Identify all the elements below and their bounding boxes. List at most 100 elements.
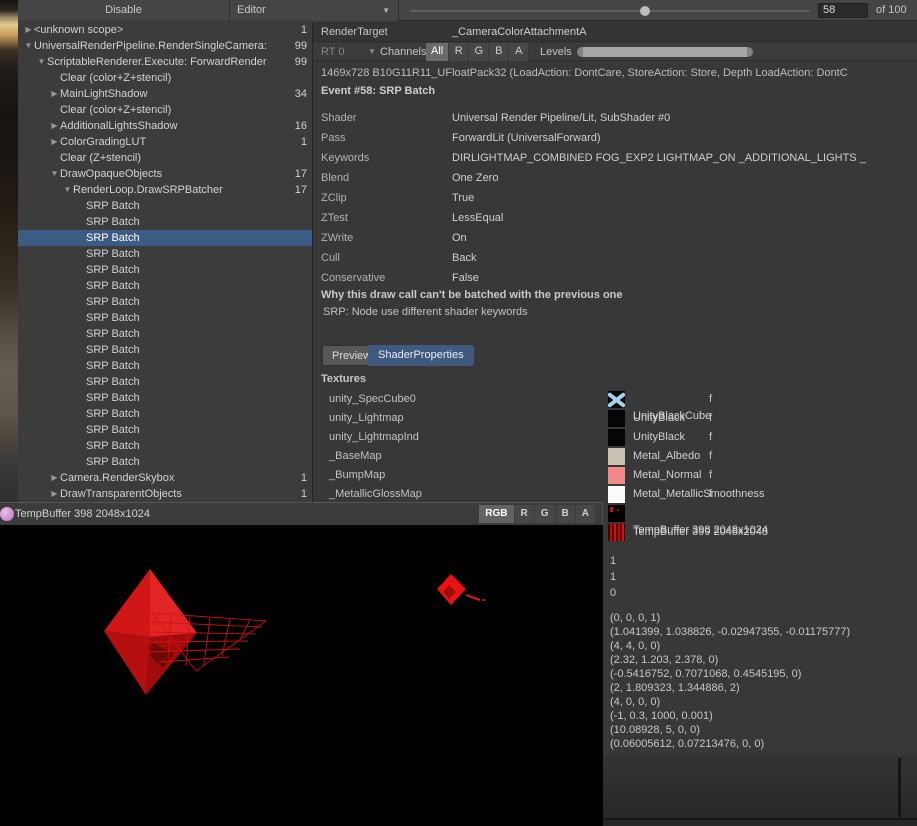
tree-row[interactable]: SRP Batch	[18, 358, 312, 374]
tree-row[interactable]: SRP Batch	[18, 406, 312, 422]
tree-row[interactable]: ▶ColorGradingLUT1	[18, 134, 312, 150]
buffer-format-info: 1469x728 B10G11R11_UFloatPack32 (LoadAct…	[321, 67, 917, 79]
detail-row-keywords: KeywordsDIRLIGHTMAP_COMBINED FOG_EXP2 LI…	[313, 148, 917, 168]
shadowmap-preview-image	[0, 525, 603, 826]
detail-row-blend: BlendOne Zero	[313, 168, 917, 188]
preview-title: TempBuffer 398 2048x1024	[15, 503, 150, 525]
chevron-right-icon[interactable]: ▶	[49, 470, 60, 486]
tree-row-label: DrawTransparentObjects	[60, 488, 182, 500]
tree-row[interactable]: ▼DrawOpaqueObjects17	[18, 166, 312, 182]
disable-button[interactable]: Disable	[18, 0, 230, 21]
tree-row[interactable]: SRP Batch	[18, 390, 312, 406]
tree-row[interactable]: ▼ScriptableRenderer.Execute: ForwardRend…	[18, 54, 312, 70]
vector-value: (1.041399, 1.038826, -0.02947355, -0.011…	[610, 625, 850, 639]
tree-row[interactable]: Clear (color+Z+stencil)	[18, 70, 312, 86]
vector-value: (4, 0, 0, 0)	[610, 695, 850, 709]
channel-button-all[interactable]: All	[426, 43, 449, 61]
tree-row[interactable]: Clear (Z+stencil)	[18, 150, 312, 166]
chevron-down-icon[interactable]: ▼	[62, 182, 73, 198]
channels-row: RT 0 ▼ Channels AllRGBA Levels	[313, 43, 917, 61]
tree-row-label: SRP Batch	[86, 264, 140, 276]
tree-row-label: SRP Batch	[86, 312, 140, 324]
chevron-down-icon[interactable]: ▼	[49, 166, 60, 182]
tree-row[interactable]: SRP Batch	[18, 374, 312, 390]
texture-row[interactable]: _BaseMapfMetal_Albedo	[313, 447, 917, 466]
tree-row-label: SRP Batch	[86, 360, 140, 372]
preview-canvas[interactable]	[0, 525, 603, 826]
tree-row[interactable]: Clear (color+Z+stencil)	[18, 102, 312, 118]
detail-row-shader: ShaderUniversal Render Pipeline/Lit, Sub…	[313, 108, 917, 128]
texture-swatch-temp399	[608, 524, 625, 541]
tree-row-label: Clear (color+Z+stencil)	[60, 104, 171, 116]
preview-channel-button-r[interactable]: R	[515, 505, 535, 523]
frame-slider-handle[interactable]	[640, 6, 650, 16]
tree-row[interactable]: SRP Batch	[18, 454, 312, 470]
texture-property-name: unity_SpecCube0	[329, 390, 416, 409]
vector-value: (0.06005612, 0.07213476, 0, 0)	[610, 737, 850, 751]
channel-button-a[interactable]: A	[509, 43, 529, 61]
texture-asset-name: Metal_Albedo	[633, 447, 700, 466]
preview-channel-buttons: RGBRGBA	[479, 503, 596, 525]
chevron-right-icon[interactable]: ▶	[49, 134, 60, 150]
preview-channel-button-b[interactable]: B	[556, 505, 576, 523]
tree-row[interactable]: SRP Batch	[18, 310, 312, 326]
tree-row-count: 16	[295, 118, 307, 134]
tree-row-label: SRP Batch	[86, 424, 140, 436]
chevron-down-icon: ▼	[382, 0, 390, 21]
chevron-down-icon[interactable]: ▼	[36, 54, 47, 70]
detail-row-conservative: Conservative False	[313, 268, 917, 288]
channel-button-g[interactable]: G	[469, 43, 489, 61]
tree-row[interactable]: SRP Batch	[18, 326, 312, 342]
channel-button-r[interactable]: R	[449, 43, 469, 61]
texture-row[interactable]: unity_LightmapIndfUnityBlack	[313, 428, 917, 447]
texture-row[interactable]: unity_LightmapfUnityBlack	[313, 409, 917, 428]
vector-values-column: (0, 0, 0, 1)(1.041399, 1.038826, -0.0294…	[610, 611, 850, 751]
batching-reason-text: SRP: Node use different shader keywords	[323, 306, 528, 318]
tree-row[interactable]: ▼UniversalRenderPipeline.RenderSingleCam…	[18, 38, 312, 54]
render-target-value: _CameraColorAttachmentA	[452, 22, 587, 42]
texture-row[interactable]: _BumpMapfMetal_Normal	[313, 466, 917, 485]
tree-row[interactable]: SRP Batch	[18, 214, 312, 230]
detail-value: False	[452, 268, 914, 288]
tree-row[interactable]: SRP Batch	[18, 198, 312, 214]
tree-row[interactable]: SRP Batch	[18, 342, 312, 358]
tree-row[interactable]: SRP Batch	[18, 438, 312, 454]
chevron-right-icon[interactable]: ▶	[49, 486, 60, 502]
tree-row[interactable]: ▶<unknown scope>1	[18, 22, 312, 38]
tree-row[interactable]: SRP Batch	[18, 278, 312, 294]
detail-row-ztest: ZTestLessEqual	[313, 208, 917, 228]
detail-value: LessEqual	[452, 208, 914, 228]
chevron-right-icon[interactable]: ▶	[23, 22, 34, 38]
tree-row[interactable]: ▶Camera.RenderSkybox1	[18, 470, 312, 486]
preview-channel-button-g[interactable]: G	[535, 505, 556, 523]
tree-row-label: Camera.RenderSkybox	[60, 472, 174, 484]
tree-row[interactable]: SRP Batch	[18, 262, 312, 278]
tree-row-selected[interactable]: SRP Batch	[18, 230, 312, 246]
preview-header: TempBuffer 398 2048x1024 RGBRGBA	[0, 503, 602, 525]
detail-label: Conservative	[321, 268, 385, 288]
tree-row[interactable]: SRP Batch	[18, 294, 312, 310]
target-dropdown[interactable]: Editor ▼	[231, 0, 399, 21]
frame-number-input[interactable]: 58	[818, 3, 868, 18]
tree-row-count: 34	[295, 86, 307, 102]
frame-slider[interactable]	[410, 10, 810, 12]
levels-slider[interactable]	[577, 47, 753, 57]
chevron-down-icon[interactable]: ▼	[23, 38, 34, 54]
tree-row[interactable]: ▶DrawTransparentObjects1	[18, 486, 312, 502]
tree-row[interactable]: ▼RenderLoop.DrawSRPBatcher17	[18, 182, 312, 198]
rt-index-dropdown[interactable]: RT 0	[321, 43, 344, 61]
tree-row[interactable]: SRP Batch	[18, 422, 312, 438]
tree-row[interactable]: SRP Batch	[18, 246, 312, 262]
chevron-right-icon[interactable]: ▶	[49, 118, 60, 134]
tree-row[interactable]: ▶MainLightShadow34	[18, 86, 312, 102]
texture-swatch-white	[608, 486, 625, 503]
texture-swatch-cube	[608, 391, 625, 408]
preview-channel-button-a[interactable]: A	[576, 505, 596, 523]
preview-channel-button-rgb[interactable]: RGB	[479, 505, 514, 523]
tree-row[interactable]: ▶AdditionalLightsShadow16	[18, 118, 312, 134]
channel-button-b[interactable]: B	[489, 43, 509, 61]
tab-shader-properties[interactable]: ShaderProperties	[368, 345, 474, 366]
tree-row-label: SRP Batch	[86, 280, 140, 292]
chevron-right-icon[interactable]: ▶	[49, 86, 60, 102]
texture-row[interactable]: unity_SpecCube0fUnityBlackCube	[313, 390, 917, 409]
